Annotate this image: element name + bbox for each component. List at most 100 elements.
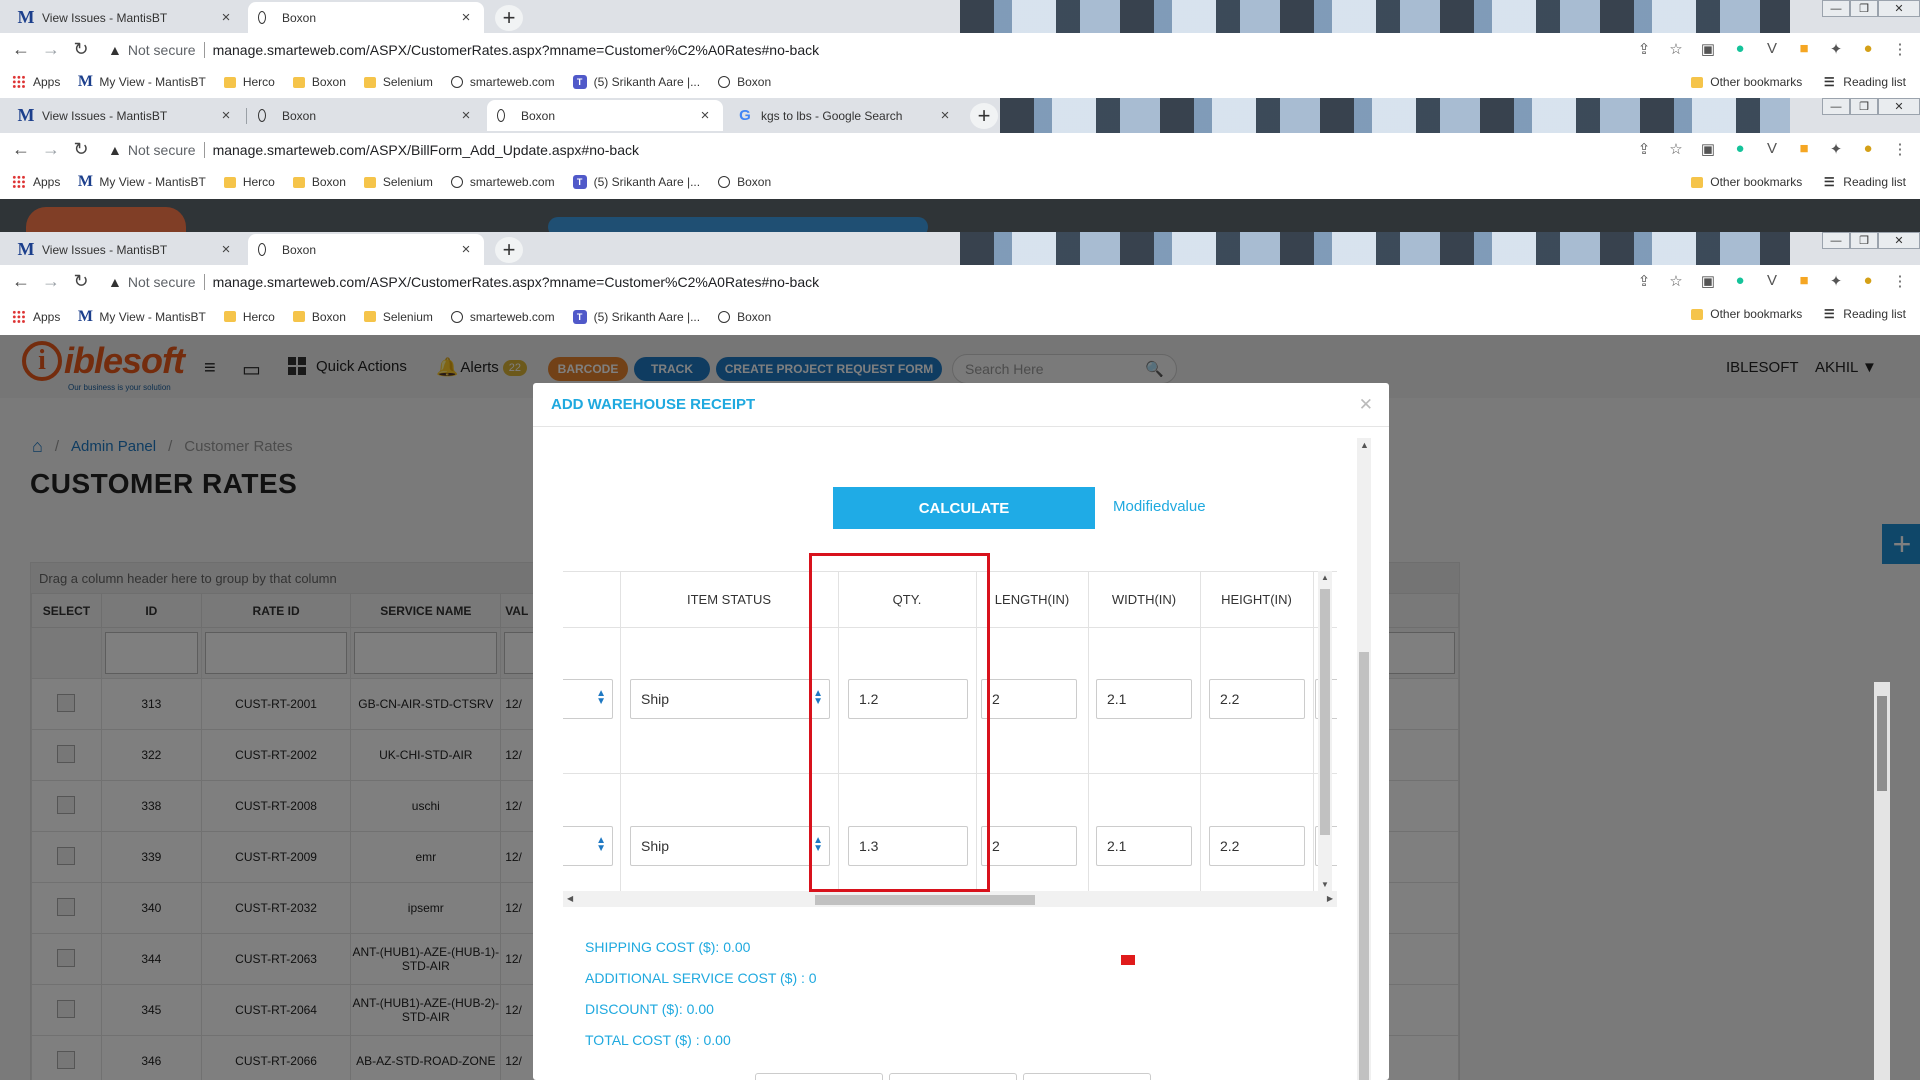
selenium-ext-icon[interactable]: ▣ [1698,272,1718,290]
bookmark-smarteweb[interactable]: smarteweb.com [450,175,555,189]
close-icon[interactable]: × [218,241,234,258]
bookmark-smarteweb[interactable]: smarteweb.com [450,75,555,89]
bookmark-boxon[interactable]: Boxon [292,175,346,189]
height-input[interactable]: 2.2 [1209,679,1305,719]
grammarly-icon[interactable]: ● [1730,272,1750,290]
row-select-dropdown[interactable]: ▲ ▼ [563,679,613,719]
bookmark-herco[interactable]: Herco [223,175,275,189]
length-input[interactable]: 2 [981,826,1077,866]
restore-icon[interactable]: ❐ [1850,0,1878,17]
bookmark-selenium[interactable]: Selenium [363,175,433,189]
star-icon[interactable]: ☆ [1666,40,1686,58]
modified-value-link[interactable]: Modifiedvalue [1113,498,1206,515]
bookmark-mantis[interactable]: M My View - MantisBT [78,308,206,325]
close-icon[interactable]: × [458,107,474,124]
bookmark-apps[interactable]: Apps [12,175,60,189]
star-icon[interactable]: ☆ [1666,272,1686,290]
bookmark-apps[interactable]: Apps [12,309,60,324]
reload-icon[interactable]: ↻ [66,39,96,60]
bookmark-boxon-2[interactable]: Boxon [718,75,771,89]
scroll-left-icon[interactable]: ◀ [567,894,573,903]
menu-icon[interactable]: ⋮ [1890,40,1910,58]
minimize-icon[interactable]: — [1822,232,1850,249]
vpn-ext-icon[interactable]: V [1762,272,1782,290]
page-scrollbar[interactable] [1874,682,1890,1080]
footer-button-1[interactable] [755,1073,883,1080]
tab-mantis[interactable]: M View Issues - MantisBT × [8,2,244,33]
back-icon[interactable]: ← [6,39,36,60]
back-icon[interactable]: ← [6,271,36,292]
other-bookmarks[interactable]: Other bookmarks [1691,175,1802,189]
tab-google[interactable]: G kgs to lbs - Google Search × [727,100,963,131]
forward-icon[interactable]: → [36,39,66,60]
tab-boxon-active[interactable]: Boxon × [487,100,723,131]
star-icon[interactable]: ☆ [1666,140,1686,158]
item-status-select[interactable]: Ship ▲ ▼ [630,679,830,719]
tab-boxon[interactable]: Boxon × [248,234,484,265]
bookmark-herco[interactable]: Herco [223,310,275,324]
new-tab-button[interactable]: + [495,5,523,31]
menu-icon[interactable]: ⋮ [1890,140,1910,158]
reading-list[interactable]: ☰ Reading list [1822,307,1906,321]
url-field[interactable]: ▲ Not secure manage.smarteweb.com/ASPX/B… [108,137,1600,162]
close-icon[interactable]: ✕ [1359,395,1373,415]
item-status-select[interactable]: Ship ▲ ▼ [630,826,830,866]
width-input[interactable]: 2.1 [1096,679,1192,719]
bookmark-boxon[interactable]: Boxon [292,75,346,89]
share-icon[interactable]: ⇪ [1634,272,1654,290]
new-tab-button[interactable]: + [495,237,523,263]
forward-icon[interactable]: → [36,139,66,160]
bookmark-boxon-2[interactable]: Boxon [718,310,771,324]
items-horizontal-scrollbar[interactable]: ◀ ▶ [563,891,1337,907]
scroll-up-icon[interactable]: ▲ [1321,573,1329,582]
close-icon[interactable]: × [697,107,713,124]
close-icon[interactable]: × [218,9,234,26]
grammarly-icon[interactable]: ● [1730,140,1750,158]
row-select-dropdown[interactable]: ▲ ▼ [563,826,613,866]
profile-avatar[interactable]: ● [1858,272,1878,290]
tab-boxon[interactable]: Boxon × [248,100,484,131]
close-window-icon[interactable]: ✕ [1878,232,1920,249]
other-bookmarks[interactable]: Other bookmarks [1691,75,1802,89]
bookmark-smarteweb[interactable]: smarteweb.com [450,310,555,324]
close-window-icon[interactable]: ✕ [1878,0,1920,17]
footer-button-2[interactable] [889,1073,1017,1080]
close-window-icon[interactable]: ✕ [1878,98,1920,115]
share-icon[interactable]: ⇪ [1634,40,1654,58]
bookmark-mantis[interactable]: M My View - MantisBT [78,73,206,90]
tab-boxon[interactable]: Boxon × [248,2,484,33]
width-input[interactable]: 2.1 [1096,826,1192,866]
reading-list[interactable]: ☰ Reading list [1822,75,1906,89]
reading-list[interactable]: ☰ Reading list [1822,175,1906,189]
url-field[interactable]: ▲ Not secure manage.smarteweb.com/ASPX/C… [108,37,1600,62]
bookmark-teams[interactable]: T (5) Srikanth Aare |... [572,309,700,324]
scroll-up-icon[interactable]: ▲ [1360,440,1369,450]
minimize-icon[interactable]: — [1822,98,1850,115]
minimize-icon[interactable]: — [1822,0,1850,17]
coupon-ext-icon[interactable]: ■ [1794,272,1814,290]
coupon-ext-icon[interactable]: ■ [1794,140,1814,158]
extensions-icon[interactable]: ✦ [1826,272,1846,290]
bookmark-selenium[interactable]: Selenium [363,310,433,324]
scroll-right-icon[interactable]: ▶ [1327,894,1333,903]
close-icon[interactable]: × [937,107,953,124]
reload-icon[interactable]: ↻ [66,271,96,292]
profile-avatar[interactable]: ● [1858,40,1878,58]
length-input[interactable]: 2 [981,679,1077,719]
bookmark-selenium[interactable]: Selenium [363,75,433,89]
profile-avatar[interactable]: ● [1858,140,1878,158]
items-vertical-scrollbar[interactable]: ▲ ▼ [1318,571,1332,891]
bookmark-boxon-2[interactable]: Boxon [718,175,771,189]
back-icon[interactable]: ← [6,139,36,160]
extensions-icon[interactable]: ✦ [1826,140,1846,158]
bookmark-teams[interactable]: T (5) Srikanth Aare |... [572,175,700,189]
tab-mantis[interactable]: M View Issues - MantisBT × [8,100,244,131]
vpn-ext-icon[interactable]: V [1762,40,1782,58]
footer-button-3[interactable] [1023,1073,1151,1080]
restore-icon[interactable]: ❐ [1850,232,1878,249]
calculate-button[interactable]: CALCULATE [833,487,1095,529]
other-bookmarks[interactable]: Other bookmarks [1691,307,1802,321]
tab-mantis[interactable]: M View Issues - MantisBT × [8,234,244,265]
selenium-ext-icon[interactable]: ▣ [1698,140,1718,158]
modal-scrollbar[interactable]: ▲ [1357,438,1371,1080]
